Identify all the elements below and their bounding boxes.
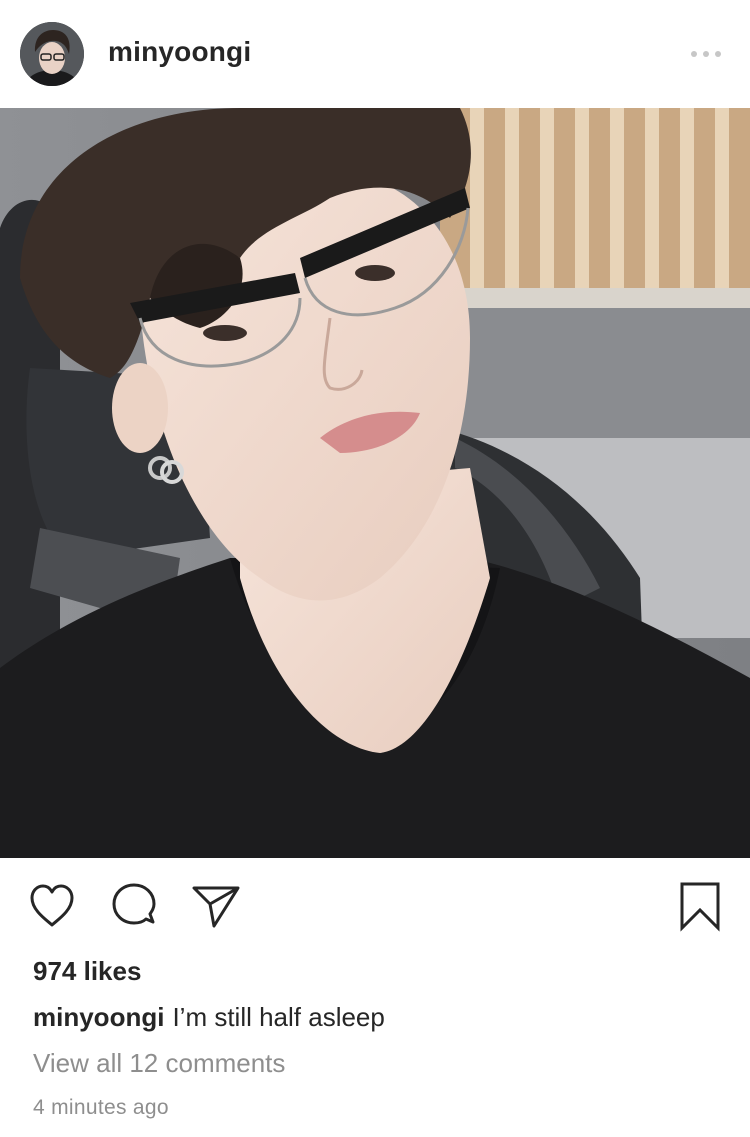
heart-icon xyxy=(30,884,74,927)
avatar[interactable] xyxy=(20,22,84,86)
header-username[interactable]: minyoongi xyxy=(108,36,251,68)
post-header: minyoongi xyxy=(0,0,750,108)
comment-icon xyxy=(112,883,156,925)
selfie-image xyxy=(0,108,750,858)
comment-button[interactable] xyxy=(108,880,160,932)
like-button[interactable] xyxy=(26,880,78,932)
caption-text: I’m still half asleep xyxy=(172,1002,385,1032)
bookmark-icon xyxy=(680,882,720,932)
more-options-icon xyxy=(691,51,721,57)
action-bar xyxy=(0,858,750,954)
avatar-image xyxy=(20,22,84,86)
send-icon xyxy=(192,886,240,928)
save-button[interactable] xyxy=(674,880,726,932)
post-photo[interactable] xyxy=(0,108,750,858)
instagram-post: minyoongi 974 likes minyoongi I’m still … xyxy=(0,0,750,1137)
view-comments-link[interactable]: View all 12 comments xyxy=(33,1048,285,1079)
likes-count[interactable]: 974 likes xyxy=(33,956,141,987)
caption: minyoongi I’m still half asleep xyxy=(33,1002,385,1033)
post-timestamp: 4 minutes ago xyxy=(33,1096,169,1119)
caption-username[interactable]: minyoongi xyxy=(33,1002,164,1032)
share-button[interactable] xyxy=(190,880,242,932)
more-options-button[interactable] xyxy=(684,40,728,68)
